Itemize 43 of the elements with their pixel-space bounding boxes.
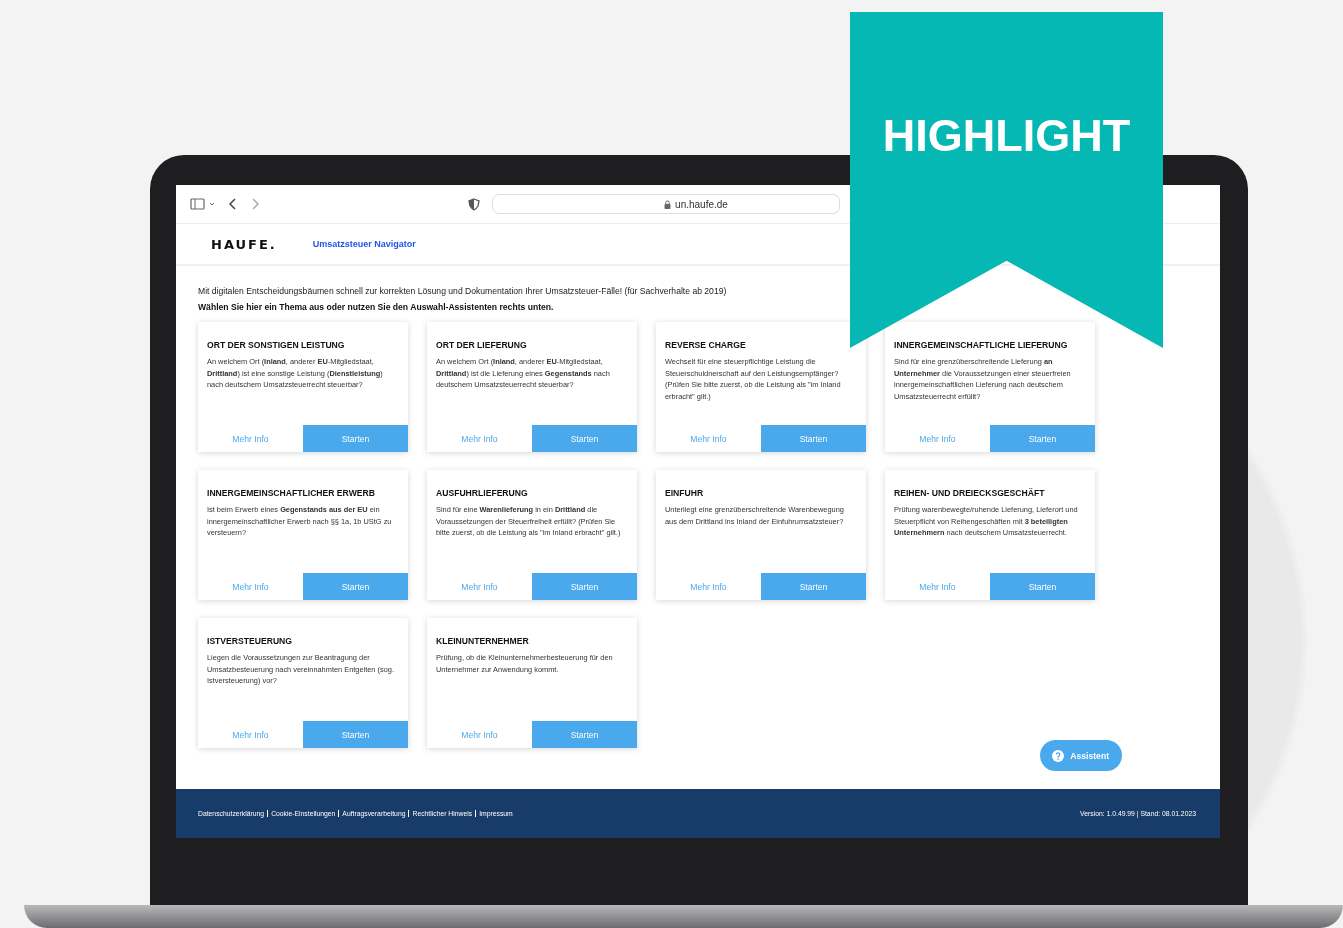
instruction-text: Wählen Sie hier ein Thema aus oder nutzen Sie den Auswahl-Assistenten rechts unten. — [198, 302, 555, 312]
topic-title: KLEINUNTERNEHMER — [436, 636, 530, 646]
more-info-button[interactable]: Mehr Info — [656, 573, 761, 600]
more-info-button[interactable]: Mehr Info — [427, 721, 532, 748]
more-info-button[interactable]: Mehr Info — [198, 721, 303, 748]
start-button[interactable]: Starten — [532, 425, 637, 452]
start-button[interactable]: Starten — [761, 425, 866, 452]
more-info-button[interactable]: Mehr Info — [656, 425, 761, 452]
shield-icon[interactable] — [468, 197, 480, 211]
back-icon[interactable] — [228, 198, 238, 210]
topic-title: ORT DER LIEFERUNG — [436, 340, 528, 350]
help-icon — [1052, 749, 1065, 762]
logo[interactable]: HAUFE. — [211, 236, 277, 252]
url-text: un.haufe.de — [675, 198, 728, 210]
topic-title: EINFUHR — [665, 488, 705, 498]
more-info-button[interactable]: Mehr Info — [885, 425, 990, 452]
more-info-button[interactable]: Mehr Info — [427, 425, 532, 452]
topic-title: AUSFUHRLIEFERUNG — [436, 488, 529, 498]
sidebar-icon[interactable] — [190, 198, 216, 210]
topic-title: REVERSE CHARGE — [665, 340, 747, 350]
start-button[interactable]: Starten — [303, 573, 408, 600]
start-button[interactable]: Starten — [761, 573, 866, 600]
start-button[interactable]: Starten — [990, 573, 1095, 600]
more-info-button[interactable]: Mehr Info — [198, 573, 303, 600]
more-info-button[interactable]: Mehr Info — [427, 573, 532, 600]
start-button[interactable]: Starten — [303, 425, 408, 452]
intro-text: Mit digitalen Entscheidungsbäumen schnell zur korrekten Lösung und Dokumentation Ihrer Umsatzsteuer-Fälle! (für Sachverhalte ab 2019) — [198, 286, 728, 296]
assistant-button[interactable]: Assistent — [1040, 740, 1122, 771]
more-info-button[interactable]: Mehr Info — [198, 425, 303, 452]
start-button[interactable]: Starten — [532, 721, 637, 748]
more-info-button[interactable]: Mehr Info — [885, 573, 990, 600]
highlight-label: HIGHLIGHT — [882, 110, 1131, 162]
start-button[interactable]: Starten — [303, 721, 408, 748]
topic-title: ORT DER SONSTIGEN LEISTUNG — [207, 340, 346, 350]
start-button[interactable]: Starten — [532, 573, 637, 600]
topic-title: INNERGEMEINSCHAFTLICHER ERWERB — [207, 488, 376, 498]
topic-title: REIHEN- UND DREIECKSGESCHÄFT — [894, 488, 1046, 498]
start-button[interactable]: Starten — [990, 425, 1095, 452]
app-title[interactable]: Umsatzsteuer Navigator — [312, 239, 416, 249]
topic-title: INNERGEMEINSCHAFTLICHE LIEFERUNG — [894, 340, 1069, 350]
lock-icon — [664, 199, 672, 209]
topic-title: ISTVERSTEUERUNG — [207, 636, 293, 646]
address-bar[interactable]: un.haufe.de — [492, 194, 840, 214]
